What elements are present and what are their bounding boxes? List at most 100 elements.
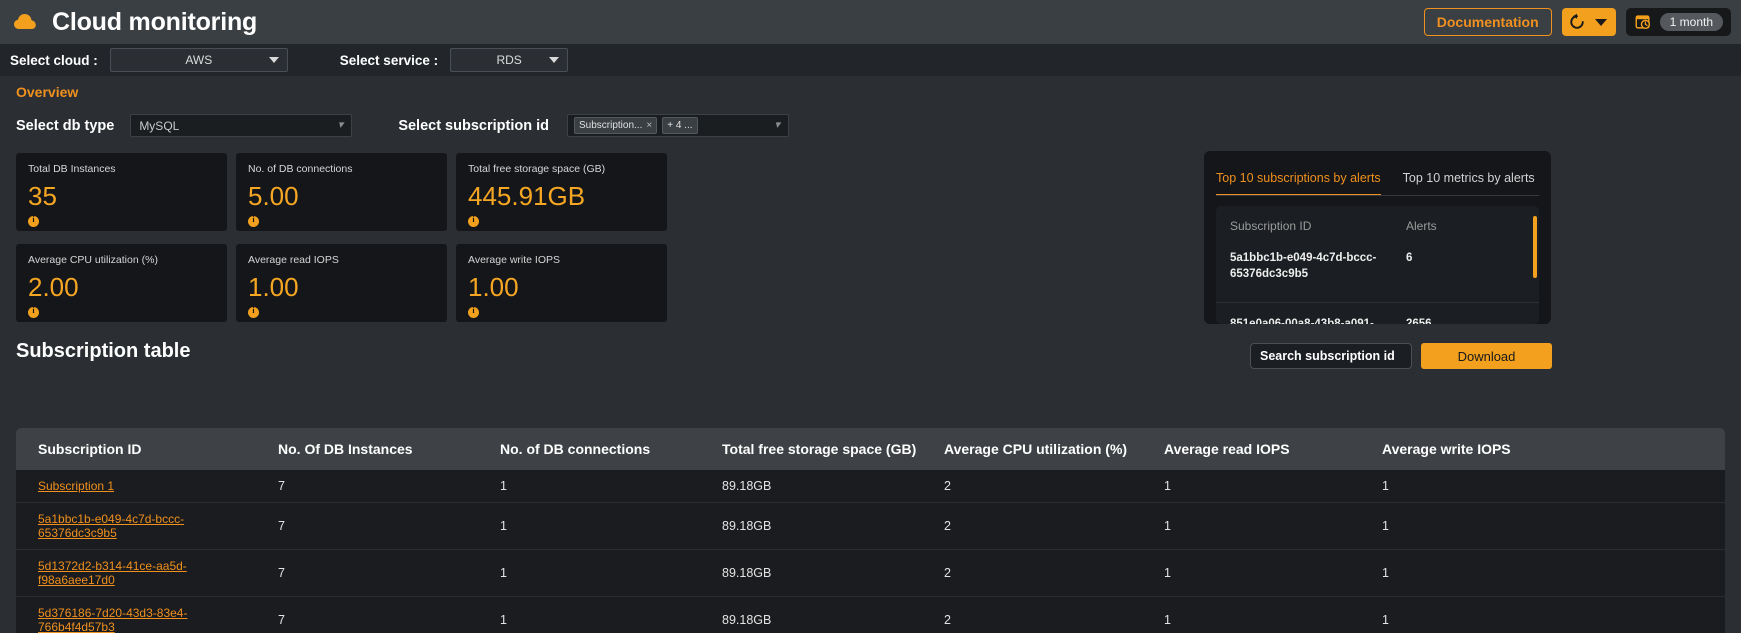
top10-subscription-id: 5a1bbc1b-e049-4c7d-bccc-65376dc3c9b5 (1230, 252, 1377, 280)
top10-scrollbar[interactable] (1533, 216, 1537, 278)
top-header-bar: Cloud monitoring Documentation 1 month (0, 0, 1741, 44)
cloud-icon (12, 9, 38, 35)
info-icon[interactable] (248, 306, 259, 318)
column-header-read-iops[interactable]: Average read IOPS (1142, 428, 1360, 470)
cell-read-iops: 1 (1142, 549, 1360, 597)
stat-card-db-connections: No. of DB connections 5.00 (236, 153, 447, 231)
table-row[interactable]: Subscription 1 7 1 89.18GB 2 1 1 (16, 470, 1725, 503)
column-header-cpu-utilization[interactable]: Average CPU utilization (%) (922, 428, 1142, 470)
select-db-type-label: Select db type (16, 117, 115, 134)
subscription-chip[interactable]: Subscription... × (573, 117, 658, 134)
cell-free-storage: 89.18GB (700, 549, 922, 597)
cell-subscription-id: 5a1bbc1b-e049-4c7d-bccc-65376dc3c9b5 (16, 502, 256, 550)
cell-write-iops: 1 (1360, 502, 1725, 550)
table-header-row: Subscription ID No. Of DB Instances No. … (16, 428, 1725, 470)
info-icon[interactable] (468, 215, 479, 227)
table-row[interactable]: 851e0a06-00a8-43b8-a091- 2656 (1216, 302, 1539, 324)
chevron-down-icon[interactable] (1594, 18, 1607, 26)
table-row[interactable]: 5a1bbc1b-e049-4c7d-bccc-65376dc3c9b5 6 (1216, 237, 1539, 292)
stat-card-cpu-utilization: Average CPU utilization (%) 2.00 (16, 244, 227, 322)
select-subscription-id-label: Select subscription id (398, 117, 549, 134)
cell-write-iops: 1 (1360, 549, 1725, 597)
cell-cpu-utilization: 2 (922, 502, 1142, 550)
cell-db-connections: 1 (478, 596, 700, 633)
cell-free-storage: 89.18GB (700, 596, 922, 633)
stat-card-label: Average CPU utilization (%) (28, 254, 158, 266)
cell-db-instances: 7 (256, 549, 478, 597)
info-icon[interactable] (248, 215, 259, 227)
cell-subscription-id: 5d376186-7d20-43d3-83e4-766b4f4d57b3 (16, 596, 256, 633)
table-row[interactable]: 5a1bbc1b-e049-4c7d-bccc-65376dc3c9b5 7 1… (16, 502, 1725, 550)
stat-card-value: 35 (28, 180, 57, 211)
stat-card-label: No. of DB connections (248, 163, 353, 175)
column-header-subscription-id[interactable]: Subscription ID (16, 428, 256, 470)
info-icon[interactable] (28, 215, 39, 227)
cloud-monitoring-dashboard: Cloud monitoring Documentation 1 month S… (0, 0, 1741, 633)
column-header-write-iops[interactable]: Average write IOPS (1360, 428, 1725, 470)
subscription-link[interactable]: 5d1372d2-b314-41ce-aa5d-f98a6aee17d0 (38, 559, 187, 587)
stat-card-label: Total free storage space (GB) (468, 163, 606, 175)
top10-table-header: Subscription ID Alerts (1216, 206, 1539, 233)
chevron-down-icon (549, 57, 560, 63)
cell-cpu-utilization: 2 (922, 549, 1142, 597)
db-type-select[interactable]: MySQL ▾ (130, 114, 353, 137)
cell-db-connections: 1 (478, 549, 700, 597)
column-header-db-connections[interactable]: No. of DB connections (478, 428, 700, 470)
cell-cpu-utilization: 2 (922, 596, 1142, 633)
cell-db-instances: 7 (256, 502, 478, 550)
stat-card-value: 1.00 (468, 271, 519, 302)
service-select[interactable]: RDS (450, 48, 569, 72)
top10-col-alerts: Alerts (1406, 219, 1437, 233)
service-select-value: RDS (496, 53, 522, 67)
time-range-value[interactable]: 1 month (1659, 13, 1723, 31)
table-row[interactable]: 5d376186-7d20-43d3-83e4-766b4f4d57b3 7 1… (16, 596, 1725, 633)
tab-top10-metrics[interactable]: Top 10 metrics by alerts (1403, 171, 1535, 196)
db-type-value: MySQL (139, 118, 180, 133)
info-icon[interactable] (468, 306, 479, 318)
cell-write-iops: 1 (1360, 470, 1725, 503)
subscription-link[interactable]: 5a1bbc1b-e049-4c7d-bccc-65376dc3c9b5 (38, 512, 184, 540)
subscription-link[interactable]: Subscription 1 (38, 479, 114, 493)
top10-alerts-table: Subscription ID Alerts 5a1bbc1b-e049-4c7… (1216, 206, 1539, 324)
subscription-more-chip[interactable]: + 4 ... (662, 117, 698, 134)
stat-card-label: Total DB Instances (28, 163, 116, 175)
overview-section-title: Overview (16, 84, 79, 100)
stat-card-total-db-instances: Total DB Instances 35 (16, 153, 227, 231)
cell-free-storage: 89.18GB (700, 502, 922, 550)
time-range-picker[interactable]: 1 month (1625, 8, 1731, 36)
stat-card-read-iops: Average read IOPS 1.00 (236, 244, 447, 322)
subscription-id-multiselect[interactable]: Subscription... × + 4 ... ▾ (566, 114, 789, 137)
overview-filters: Select db type MySQL ▾ Select subscripti… (16, 114, 789, 137)
cell-read-iops: 1 (1142, 596, 1360, 633)
cell-read-iops: 1 (1142, 470, 1360, 503)
cloud-select[interactable]: AWS (109, 48, 288, 72)
cell-cpu-utilization: 2 (922, 470, 1142, 503)
search-subscription-box (1250, 343, 1412, 369)
stat-card-value: 2.00 (28, 271, 79, 302)
download-button[interactable]: Download (1421, 343, 1552, 369)
top10-col-subscription-id: Subscription ID (1230, 219, 1312, 233)
cloud-select-value: AWS (185, 53, 213, 67)
column-header-db-instances[interactable]: No. Of DB Instances (256, 428, 478, 470)
documentation-button[interactable]: Documentation (1423, 8, 1552, 36)
tab-top10-subscriptions[interactable]: Top 10 subscriptions by alerts (1216, 171, 1381, 196)
subscription-link[interactable]: 5d376186-7d20-43d3-83e4-766b4f4d57b3 (38, 606, 187, 633)
top10-subscription-id: 851e0a06-00a8-43b8-a091- (1230, 317, 1406, 324)
table-row[interactable]: 5d1372d2-b314-41ce-aa5d-f98a6aee17d0 7 1… (16, 549, 1725, 597)
cell-free-storage: 89.18GB (700, 470, 922, 503)
top10-alert-count: 2656 (1406, 317, 1432, 324)
stat-card-value: 1.00 (248, 271, 299, 302)
refresh-icon[interactable] (1568, 13, 1586, 31)
stat-card-free-storage: Total free storage space (GB) 445.91GB (456, 153, 667, 231)
search-input[interactable] (1251, 349, 1411, 363)
app-title: Cloud monitoring (52, 7, 258, 36)
close-icon[interactable]: × (646, 119, 652, 132)
chevron-down-icon: ▾ (337, 119, 344, 131)
stat-card-label: Average write IOPS (468, 254, 561, 266)
cell-write-iops: 1 (1360, 596, 1725, 633)
subscription-table: Subscription ID No. Of DB Instances No. … (16, 428, 1725, 633)
info-icon[interactable] (28, 306, 39, 318)
column-header-free-storage[interactable]: Total free storage space (GB) (700, 428, 922, 470)
cloud-service-filter-bar: Select cloud : AWS Select service : RDS (0, 44, 1741, 76)
refresh-button-group[interactable] (1561, 8, 1616, 36)
